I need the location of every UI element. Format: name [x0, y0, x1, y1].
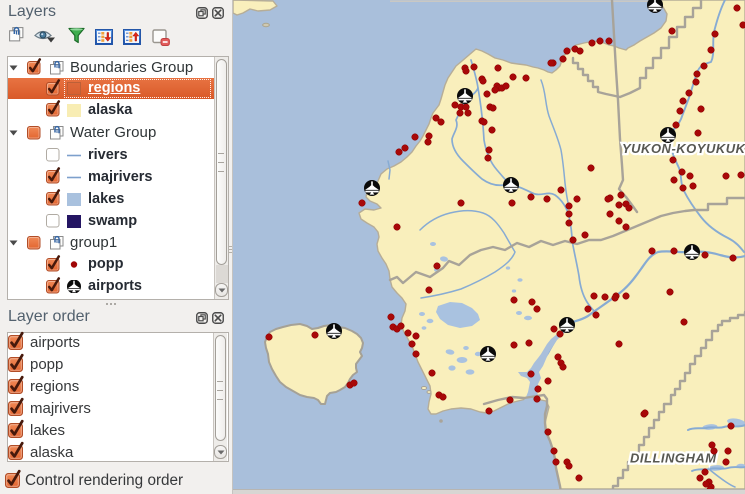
svg-text:DILLINGHAM: DILLINGHAM [630, 451, 717, 466]
svg-text:YUKON-KOYUKUK: YUKON-KOYUKUK [622, 141, 745, 156]
